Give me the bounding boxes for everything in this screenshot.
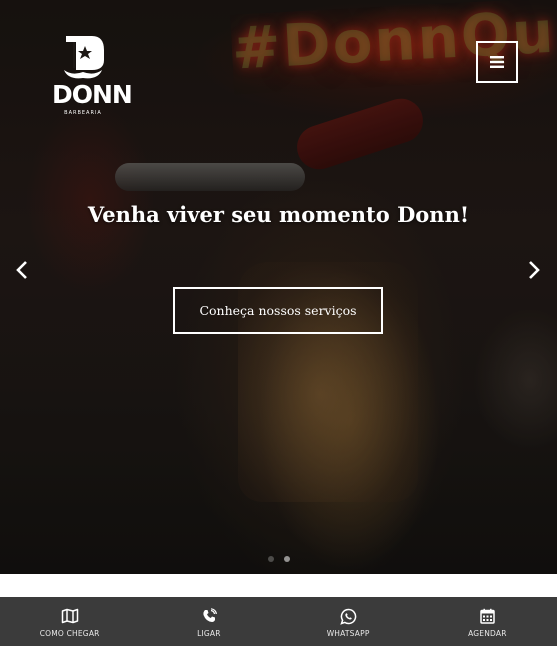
brand-logo[interactable]: DONN BARBEARIA (52, 30, 133, 120)
schedule-label: AGENDAR (468, 629, 507, 638)
calendar-icon (480, 608, 495, 624)
hero-carousel: #DonnQu DONN BARBEARIA Venha viver seu m… (0, 0, 557, 574)
hamburger-menu-icon (490, 56, 504, 68)
carousel-dot-active[interactable] (283, 556, 290, 562)
menu-button[interactable] (476, 41, 518, 83)
chevron-right-icon (529, 261, 540, 279)
whatsapp-button[interactable]: WHATSAPP (279, 597, 418, 646)
carousel-prev-button[interactable] (10, 258, 34, 282)
chevron-left-icon (16, 261, 27, 279)
whatsapp-icon (339, 608, 356, 625)
call-button[interactable]: LIGAR (139, 597, 278, 646)
call-label: LIGAR (197, 629, 221, 638)
carousel-next-button[interactable] (522, 258, 546, 282)
hero-headline: Venha viver seu momento Donn! (87, 202, 470, 227)
directions-button[interactable]: COMO CHEGAR (0, 597, 139, 646)
services-cta-button[interactable]: Conheça nossos serviços (173, 287, 383, 334)
brand-name: DONN (52, 80, 133, 109)
carousel-indicators (0, 556, 557, 564)
bottom-action-bar: COMO CHEGAR LIGAR WHATSAPP AGENDAR (0, 597, 557, 646)
logo-emblem-icon (64, 36, 104, 79)
whatsapp-label: WHATSAPP (326, 629, 370, 638)
schedule-button[interactable]: AGENDAR (418, 597, 557, 646)
phone-icon (203, 608, 217, 622)
map-icon (61, 608, 78, 624)
brand-subtitle: BARBEARIA (64, 110, 102, 116)
carousel-dot[interactable] (267, 556, 274, 562)
directions-label: COMO CHEGAR (39, 629, 100, 638)
